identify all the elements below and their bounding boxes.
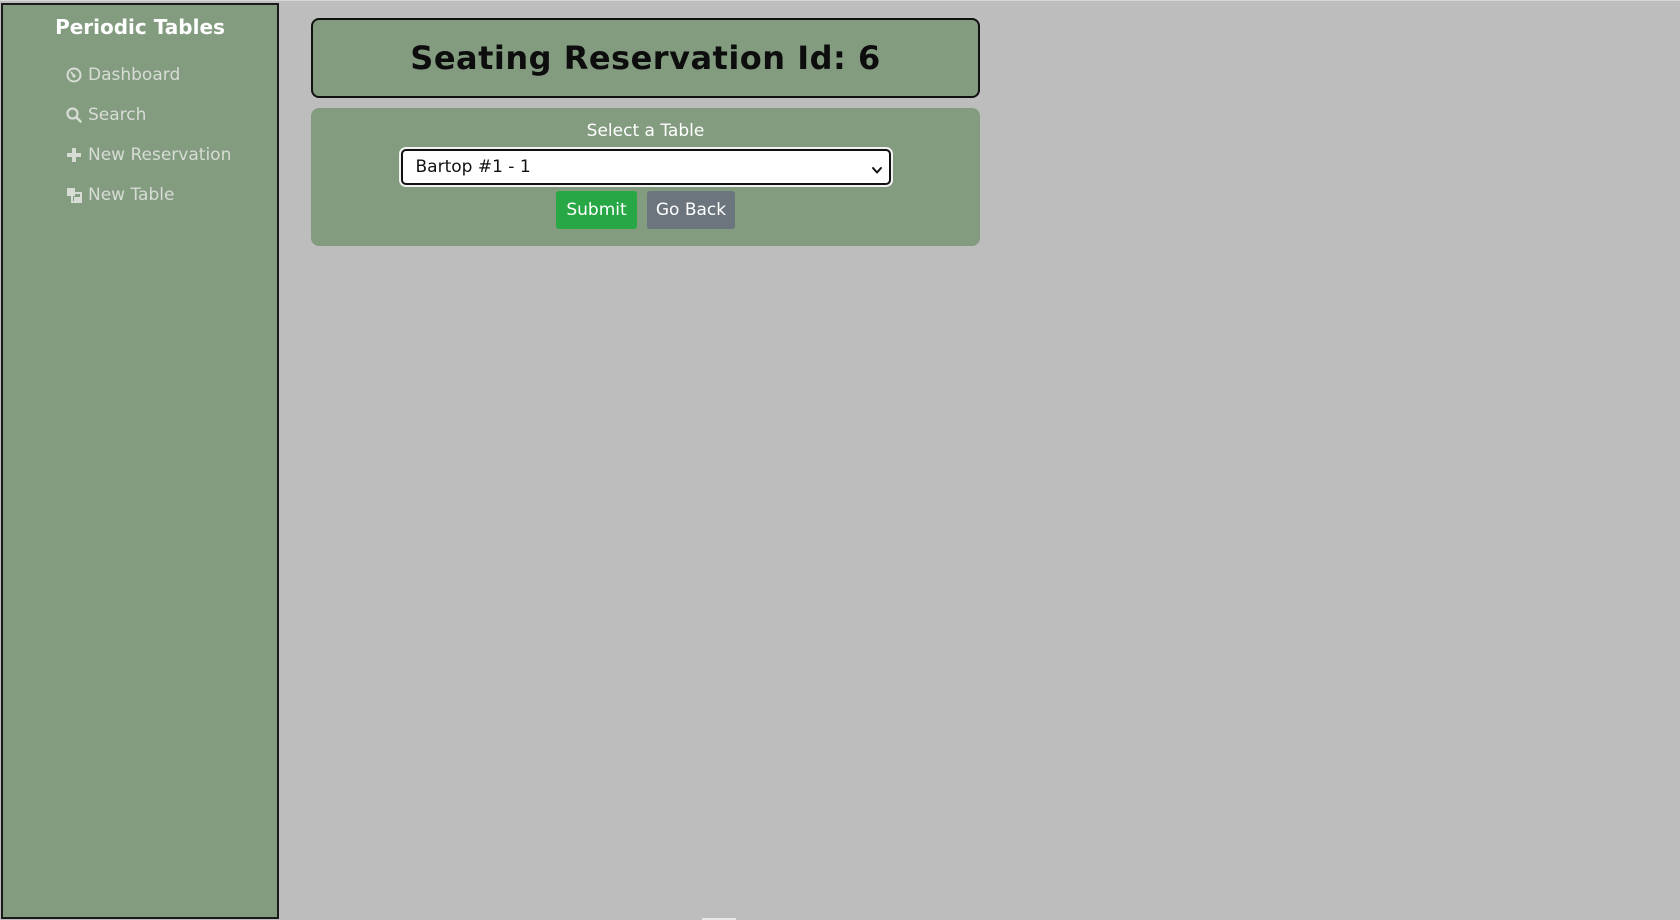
go-back-button[interactable]: Go Back bbox=[647, 191, 735, 229]
table-select-value: Bartop #1 - 1 bbox=[415, 157, 531, 177]
table-select-label: Select a Table bbox=[586, 121, 705, 141]
page-title: Seating Reservation Id: 6 bbox=[410, 39, 881, 77]
sidebar-item-dashboard[interactable]: Dashboard bbox=[3, 55, 277, 95]
sidebar: Periodic Tables Dashboard Search New Res… bbox=[1, 3, 279, 919]
search-icon bbox=[65, 106, 83, 124]
sidebar-item-label: New Table bbox=[88, 185, 175, 205]
sidebar-item-new-table[interactable]: New Table bbox=[3, 175, 277, 215]
main-content: Seating Reservation Id: 6 Select a Table… bbox=[311, 18, 980, 246]
dashboard-icon bbox=[65, 66, 83, 84]
brand-title: Periodic Tables bbox=[55, 15, 225, 39]
table-icon bbox=[65, 186, 83, 204]
sidebar-item-label: New Reservation bbox=[88, 145, 232, 165]
sidebar-item-label: Dashboard bbox=[88, 65, 181, 85]
form-buttons: Submit Go Back bbox=[556, 191, 735, 229]
title-panel: Seating Reservation Id: 6 bbox=[311, 18, 980, 98]
chevron-down-icon bbox=[871, 161, 883, 180]
page: Periodic Tables Dashboard Search New Res… bbox=[0, 0, 1680, 920]
sidebar-nav: Dashboard Search New Reservation New Tab… bbox=[3, 55, 277, 215]
seat-form: Select a Table Bartop #1 - 1 Submit Go B… bbox=[311, 108, 980, 246]
plus-icon bbox=[65, 146, 83, 164]
submit-button[interactable]: Submit bbox=[556, 191, 637, 229]
table-select[interactable]: Bartop #1 - 1 bbox=[400, 149, 891, 185]
sidebar-item-label: Search bbox=[88, 105, 147, 125]
sidebar-item-search[interactable]: Search bbox=[3, 95, 277, 135]
sidebar-item-new-reservation[interactable]: New Reservation bbox=[3, 135, 277, 175]
